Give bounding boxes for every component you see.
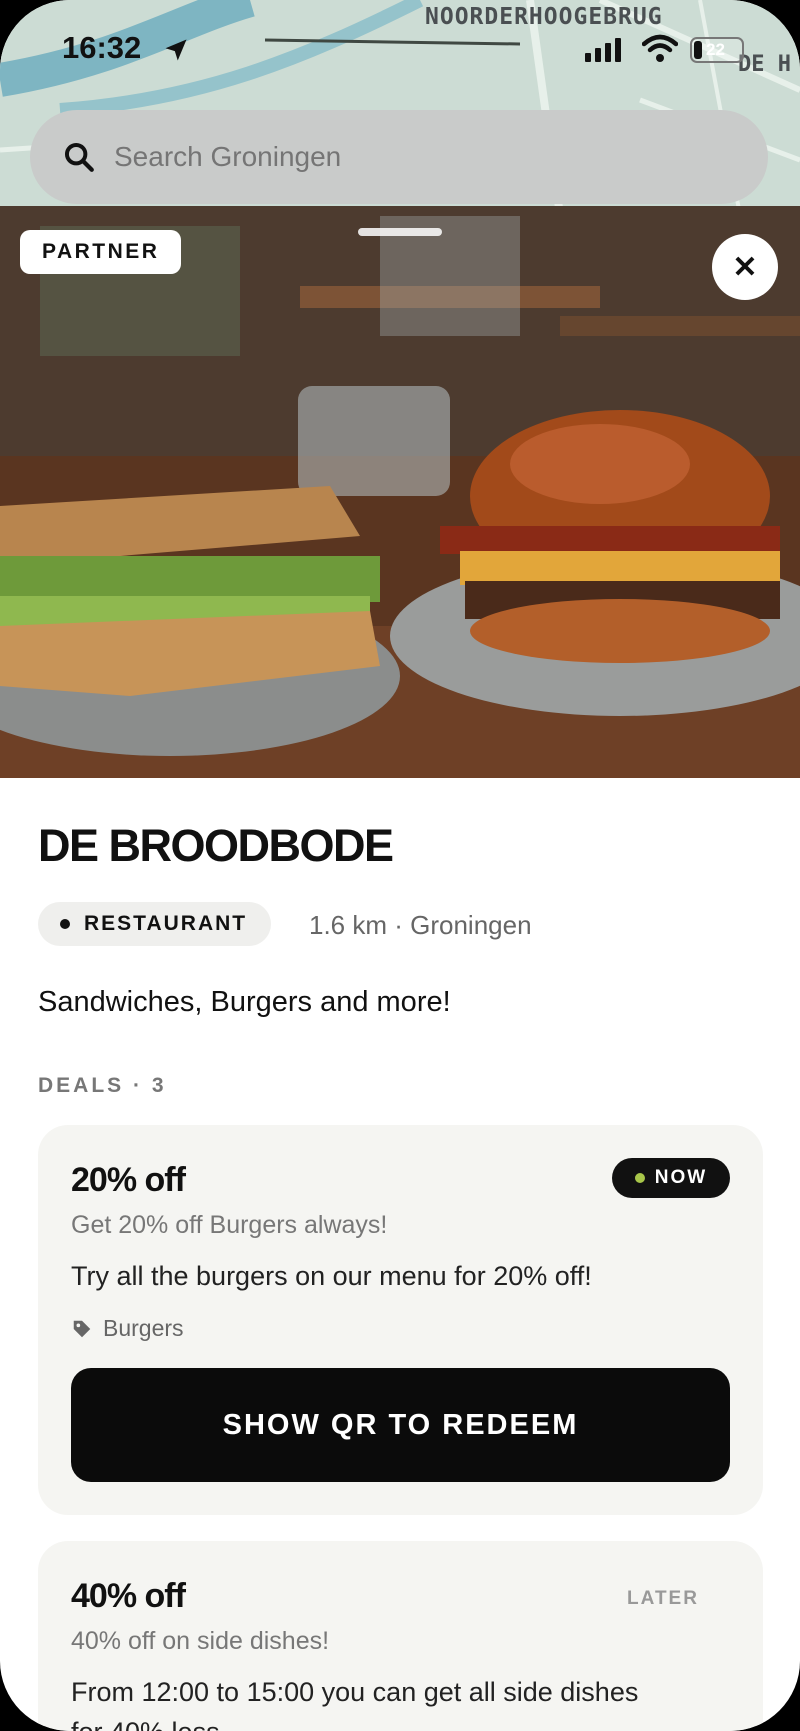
deal-title: 40% off	[71, 1577, 186, 1615]
deal-status-badge: LATER	[627, 1588, 699, 1609]
deal-tag: Burgers	[71, 1315, 184, 1342]
deal-card[interactable]: 40% off LATER 40% off on side dishes! Fr…	[38, 1541, 763, 1731]
battery-icon: 22	[690, 37, 744, 63]
search-bar[interactable]	[30, 110, 768, 204]
tag-icon	[73, 1320, 91, 1337]
search-input[interactable]	[114, 141, 714, 173]
deal-card[interactable]: 20% off NOW Get 20% off Burgers always! …	[38, 1125, 763, 1515]
wifi-icon	[642, 34, 678, 62]
deal-title: 20% off	[71, 1161, 186, 1199]
venue-distance-location: 1.6 km · Groningen	[309, 910, 532, 940]
venue-type-label: RESTAURANT	[84, 912, 248, 935]
sheet-drag-handle[interactable]	[358, 228, 442, 236]
food-illustration	[0, 206, 800, 778]
venue-photo: PARTNER ✕	[0, 206, 800, 778]
map-label-edge: DE H	[738, 52, 791, 77]
bullet-icon	[60, 919, 70, 929]
close-icon: ✕	[732, 250, 758, 284]
signal-icon	[585, 38, 621, 62]
show-qr-redeem-button[interactable]: SHOW QR TO REDEEM	[71, 1368, 730, 1482]
deal-tag-label: Burgers	[103, 1315, 184, 1341]
location-arrow-icon	[165, 39, 187, 61]
deal-description-continued: for 40% less	[71, 1717, 220, 1731]
deal-description: From 12:00 to 15:00 you can get all side…	[71, 1677, 639, 1707]
deal-status-badge: NOW	[612, 1158, 730, 1198]
venue-name: DE BROODBODE	[38, 820, 394, 871]
venue-type-badge: RESTAURANT	[38, 902, 272, 946]
status-time: 16:32	[62, 30, 142, 65]
deal-subtitle: Get 20% off Burgers always!	[71, 1211, 388, 1239]
partner-badge: PARTNER	[20, 230, 182, 274]
status-dot-icon	[634, 1173, 645, 1183]
deal-description: Try all the burgers on our menu for 20% …	[71, 1261, 592, 1291]
deals-count-label: DEALS · 3	[38, 1074, 167, 1097]
deal-subtitle: 40% off on side dishes!	[71, 1627, 330, 1655]
screen: NOORDERHOOGEBRUG DE H 16:32 22 Search Gr…	[0, 0, 800, 1731]
search-icon	[64, 142, 94, 172]
close-button[interactable]: ✕	[712, 234, 778, 300]
map-label-district: NOORDERHOOGEBRUG	[425, 4, 663, 30]
deal-status-label: NOW	[654, 1167, 708, 1188]
venue-description: Sandwiches, Burgers and more!	[38, 986, 451, 1018]
